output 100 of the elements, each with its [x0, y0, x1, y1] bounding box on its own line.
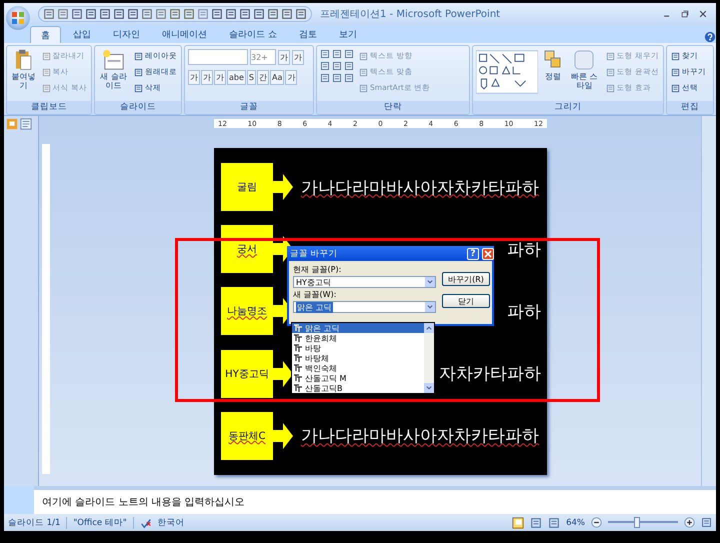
current-font-dropdown[interactable]: HY중고딕	[293, 276, 436, 288]
font-format-button[interactable]: 가	[188, 70, 200, 85]
font-size-field[interactable]: 32+	[250, 49, 276, 65]
list-scrollbar[interactable]	[424, 323, 434, 393]
arrange-button[interactable]: 정렬	[542, 49, 564, 98]
group-label: 편집	[667, 101, 713, 114]
font-name-field[interactable]	[188, 49, 248, 65]
font-format-button[interactable]: 가	[201, 70, 213, 85]
font-format-button[interactable]: 가	[214, 70, 226, 85]
new-font-dropdown[interactable]: 맑은 고딕	[293, 301, 436, 313]
truetype-icon	[294, 364, 302, 372]
shape-gallery-drawing[interactable]	[476, 49, 538, 95]
font-format-button[interactable]: 간	[256, 70, 269, 85]
new-slide-button[interactable]: 새 슬라이드	[98, 49, 129, 98]
truetype-icon	[294, 334, 302, 342]
help-button[interactable]: ?	[467, 248, 479, 260]
slider-thumb[interactable]	[634, 517, 640, 528]
paste-button[interactable]: 붙여넣기	[10, 49, 37, 98]
toolbar-icon[interactable]	[127, 8, 139, 20]
new-slide-icon	[102, 49, 126, 71]
sample-text: 파하	[507, 300, 541, 323]
toolbar-icon[interactable]	[267, 8, 279, 20]
font-size-button[interactable]: 가	[278, 50, 290, 64]
sample-text: 자차카타파하	[439, 363, 541, 386]
font-format-button[interactable]: S	[246, 70, 256, 85]
toolbar-icon[interactable]	[141, 8, 153, 20]
font-format-button[interactable]: abe	[227, 70, 246, 85]
zoom-out-icon[interactable]	[591, 517, 602, 528]
group-label: 클립보드	[7, 101, 91, 114]
sample-text: 파하	[507, 238, 541, 261]
toolbar-icon[interactable]	[211, 8, 223, 20]
office-button[interactable]	[6, 6, 30, 30]
toolbar-icon[interactable]	[183, 8, 195, 20]
toolbar-icon[interactable]	[85, 8, 97, 20]
sample-text: 가나다라마바사아자차카타파하	[301, 425, 539, 448]
font-name-label: 궁서	[237, 243, 257, 256]
spellcheck-icon[interactable]	[140, 516, 152, 528]
field-label: 새 글꼴(W):	[293, 289, 338, 300]
toolbar-icon[interactable]	[113, 8, 125, 20]
group-label: 글꼴	[185, 101, 313, 114]
ribbon-tab[interactable]: 삽입	[63, 26, 101, 43]
toolbar-icon[interactable]	[169, 8, 181, 20]
group-label: 그리기	[473, 101, 663, 114]
font-name-label: HY중고딕	[225, 368, 269, 381]
dialog-button[interactable]: 닫기	[442, 294, 490, 308]
font-option[interactable]: 산돌고딕B	[292, 383, 424, 393]
toolbar-icon[interactable]	[99, 8, 111, 20]
font-option[interactable]: 한윤희체	[292, 333, 424, 343]
ribbon-tab[interactable]: 보기	[328, 26, 367, 43]
ribbon-tab[interactable]: 검토	[288, 26, 327, 43]
slide-counter: 슬라이드 1/1	[8, 516, 60, 528]
help-icon[interactable]	[704, 31, 716, 43]
truetype-icon	[294, 344, 302, 352]
font-option[interactable]: 산돌고딕 M	[292, 373, 424, 383]
quick-styles-button[interactable]: 빠른 스타일	[568, 49, 601, 98]
toolbar-icon[interactable]	[281, 8, 293, 20]
truetype-icon	[294, 354, 302, 362]
office-logo-icon	[11, 11, 25, 25]
language: 한국어	[158, 516, 185, 528]
font-format-button[interactable]: 가	[285, 70, 298, 85]
truetype-icon	[294, 374, 302, 382]
toolbar-icon[interactable]	[225, 8, 237, 20]
outline-tab-icon[interactable]	[20, 118, 32, 130]
group-label: 슬라이드	[95, 101, 181, 114]
theme-name: "Office 테마"	[73, 516, 127, 528]
notes-field[interactable]: 여기에 슬라이드 노트의 내용을 입력하십시오	[34, 486, 716, 514]
close-icon[interactable]	[698, 9, 708, 19]
field-label: 현재 글꼴(P):	[293, 264, 342, 275]
truetype-icon	[294, 384, 302, 392]
toolbar-icon[interactable]	[239, 8, 251, 20]
close-button[interactable]	[482, 248, 494, 260]
font-format-button[interactable]: Aa	[270, 70, 284, 85]
toolbar-icon[interactable]	[71, 8, 83, 20]
font-name-label: 나눔명조	[227, 305, 267, 318]
toolbar-icon[interactable]	[43, 8, 55, 20]
zoom-in-icon[interactable]	[684, 517, 695, 528]
font-name-label: 동판체C	[228, 430, 266, 443]
toolbar-icon[interactable]	[57, 8, 69, 20]
dialog-title: 글꼴 바꾸기	[290, 248, 339, 260]
scroll-down-icon[interactable]	[424, 383, 434, 393]
font-name-label: 굴림	[237, 181, 257, 194]
restore-icon[interactable]	[680, 9, 690, 19]
dialog-button[interactable]: 바꾸기(R)	[442, 272, 490, 286]
group-label: 단락	[317, 101, 469, 114]
toolbar-icon[interactable]	[155, 8, 167, 20]
scroll-up-icon[interactable]	[424, 323, 434, 333]
ribbon-tab[interactable]: 애니메이션	[152, 26, 217, 43]
toolbar-icon[interactable]	[253, 8, 265, 20]
font-option[interactable]: 백인숙체	[292, 363, 424, 373]
toolbar-icon[interactable]	[295, 8, 307, 20]
normal-view-icon[interactable]	[512, 516, 524, 528]
close-icon	[484, 250, 492, 258]
ribbon-tab[interactable]: 슬라이드 쇼	[219, 26, 287, 43]
ribbon-tab[interactable]: 디자인	[103, 26, 150, 43]
font-option[interactable]: 바탕체	[292, 353, 424, 363]
font-option[interactable]: 맑은 고딕	[292, 323, 424, 333]
font-size-button[interactable]: 가	[292, 50, 304, 64]
ribbon-tab[interactable]: 홈	[30, 26, 61, 43]
font-option[interactable]: 바탕	[292, 343, 424, 353]
rounded-square-icon	[573, 49, 596, 71]
